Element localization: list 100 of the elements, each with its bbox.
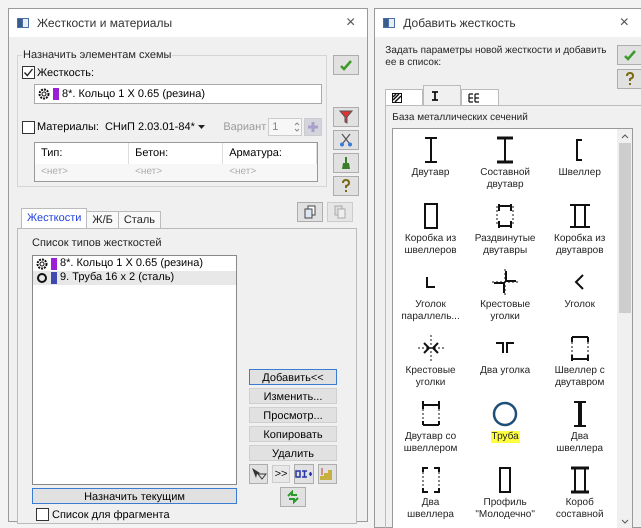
group-title: База металлических сечений: [392, 111, 529, 125]
checkmark-icon: [623, 49, 637, 61]
stiffness-field[interactable]: 8*. Кольцо 1 X 0.65 (резина): [34, 84, 322, 104]
filter-button[interactable]: [333, 107, 360, 127]
section-icon: [490, 267, 520, 297]
column-header: Арматура:: [223, 143, 318, 164]
apply-button[interactable]: [333, 55, 360, 75]
section-item[interactable]: Крестовые уголки: [468, 267, 542, 333]
more-button[interactable]: >>: [272, 465, 290, 483]
section-item[interactable]: Два уголка: [468, 333, 542, 399]
window-icon: [17, 18, 29, 28]
tab[interactable]: Ж/Б: [86, 211, 119, 228]
section-label: Швеллер с двутавром: [554, 365, 606, 389]
help-button[interactable]: [333, 176, 360, 196]
table-cell-text: <нет>: [134, 164, 164, 179]
section-item[interactable]: Швеллер: [542, 135, 617, 201]
section-item[interactable]: Два швеллера: [393, 465, 468, 528]
list-item-text: 9. Труба 16 x 2 (сталь): [60, 270, 174, 286]
variant-label: Вариант: [223, 120, 266, 135]
section-label: Уголок параллель...: [400, 299, 461, 323]
assign-button[interactable]: Назначить текущим: [32, 488, 237, 504]
checkmark-icon: [339, 59, 354, 71]
group-title: Назначить элементам схемы: [22, 48, 172, 63]
tab[interactable]: [423, 85, 462, 105]
stiffness-value: 8*. Кольцо 1 X 0.65 (резина): [62, 86, 206, 102]
section-icon: [574, 273, 586, 291]
spinner-arrows-icon: [293, 120, 302, 134]
section-item[interactable]: Два швеллера: [542, 399, 617, 465]
filter-icon: [339, 110, 354, 124]
documents-icon: [304, 205, 316, 219]
tab[interactable]: [461, 89, 500, 105]
section-label: Короб составной: [554, 497, 605, 521]
section-item[interactable]: Раздвинутые двутавры: [468, 201, 542, 267]
scissors-button[interactable]: [333, 130, 360, 150]
section-label: Два швеллера: [555, 431, 604, 455]
scissors-icon: [339, 133, 354, 147]
apply-button[interactable]: [617, 45, 641, 65]
section-icon: [424, 275, 437, 289]
section-label: Профиль "Молодечно": [474, 497, 536, 521]
section-item[interactable]: Двутавр со швеллером: [393, 399, 468, 465]
action-button[interactable]: Добавить<<: [249, 369, 337, 385]
close-button[interactable]: ×: [342, 15, 360, 31]
close-button[interactable]: ×: [616, 15, 633, 31]
section-label: Два уголка: [479, 365, 532, 377]
checkbox-label: Жесткость:: [37, 66, 94, 80]
section-item[interactable]: Коробка из двутавров: [542, 201, 617, 267]
section-item[interactable]: Двутавр: [393, 135, 468, 201]
section-item[interactable]: Швеллер с двутавром: [542, 333, 617, 399]
tab[interactable]: [385, 89, 424, 105]
section-label: Двутавр: [410, 167, 450, 179]
window-icon: [383, 18, 396, 28]
copy-button[interactable]: [297, 202, 324, 222]
section-icon: [416, 333, 446, 363]
beam-icon: [294, 469, 313, 479]
section-item[interactable]: Уголок параллель...: [393, 267, 468, 333]
stiffness-checkbox[interactable]: [22, 66, 35, 80]
section-item[interactable]: Короб составной: [542, 465, 617, 528]
list-item[interactable]: 9. Труба 16 x 2 (сталь): [33, 270, 236, 284]
section-label: Раздвинутые двутавры: [474, 233, 536, 257]
plus-icon: [307, 121, 320, 133]
fragment-checkbox[interactable]: [36, 508, 49, 522]
section-item[interactable]: Коробка из швеллеров: [393, 201, 468, 267]
section-label: Два швеллера: [406, 497, 455, 521]
i-beam-icon: [430, 90, 440, 100]
section-label: Двутавр со швеллером: [402, 431, 458, 455]
help-button[interactable]: [617, 69, 641, 89]
checkbox-label: Список для фрагмента: [52, 508, 170, 522]
section-item[interactable]: Профиль "Молодечно": [468, 465, 542, 528]
column-header: Бетон:: [129, 143, 224, 164]
section-item[interactable]: Уголок: [542, 267, 617, 333]
table-cell-text: <нет>: [40, 164, 70, 179]
section-label: Уголок: [563, 299, 596, 311]
action-button[interactable]: Изменить...: [249, 388, 337, 404]
hatched-square-icon: [392, 92, 402, 102]
section-item[interactable]: Составной двутавр: [468, 135, 542, 201]
column-header: Тип:: [35, 143, 130, 164]
list-item-text: 8*. Кольцо 1 X 0.65 (резина): [60, 256, 204, 272]
select-filter-button[interactable]: [249, 464, 268, 484]
section-button[interactable]: [294, 464, 314, 484]
brush-button[interactable]: [333, 153, 360, 173]
table-icon: [468, 92, 480, 102]
tab[interactable]: Жесткости: [21, 208, 88, 228]
scrollbar[interactable]: [617, 129, 632, 528]
action-button[interactable]: Просмотр...: [249, 407, 337, 423]
ring-icon: [38, 88, 50, 100]
section-item[interactable]: Труба: [468, 399, 542, 465]
list-title: Список типов жесткостей: [32, 236, 163, 251]
section-label: Крестовые уголки: [479, 299, 532, 323]
section-item[interactable]: Крестовые уголки: [393, 333, 468, 399]
window-title: Жесткости и материалы: [37, 15, 174, 32]
ring-icon: [36, 258, 48, 270]
circle-icon: [36, 272, 48, 284]
section-label: Крестовые уголки: [404, 365, 457, 389]
action-button[interactable]: Копировать: [249, 426, 337, 442]
action-button[interactable]: Удалить: [249, 445, 337, 461]
scroll-thumb[interactable]: [618, 143, 630, 313]
section-icon: [575, 138, 584, 162]
section-label: Труба: [490, 431, 520, 443]
section-label: Составной двутавр: [479, 167, 532, 191]
tab[interactable]: Сталь: [118, 211, 161, 228]
